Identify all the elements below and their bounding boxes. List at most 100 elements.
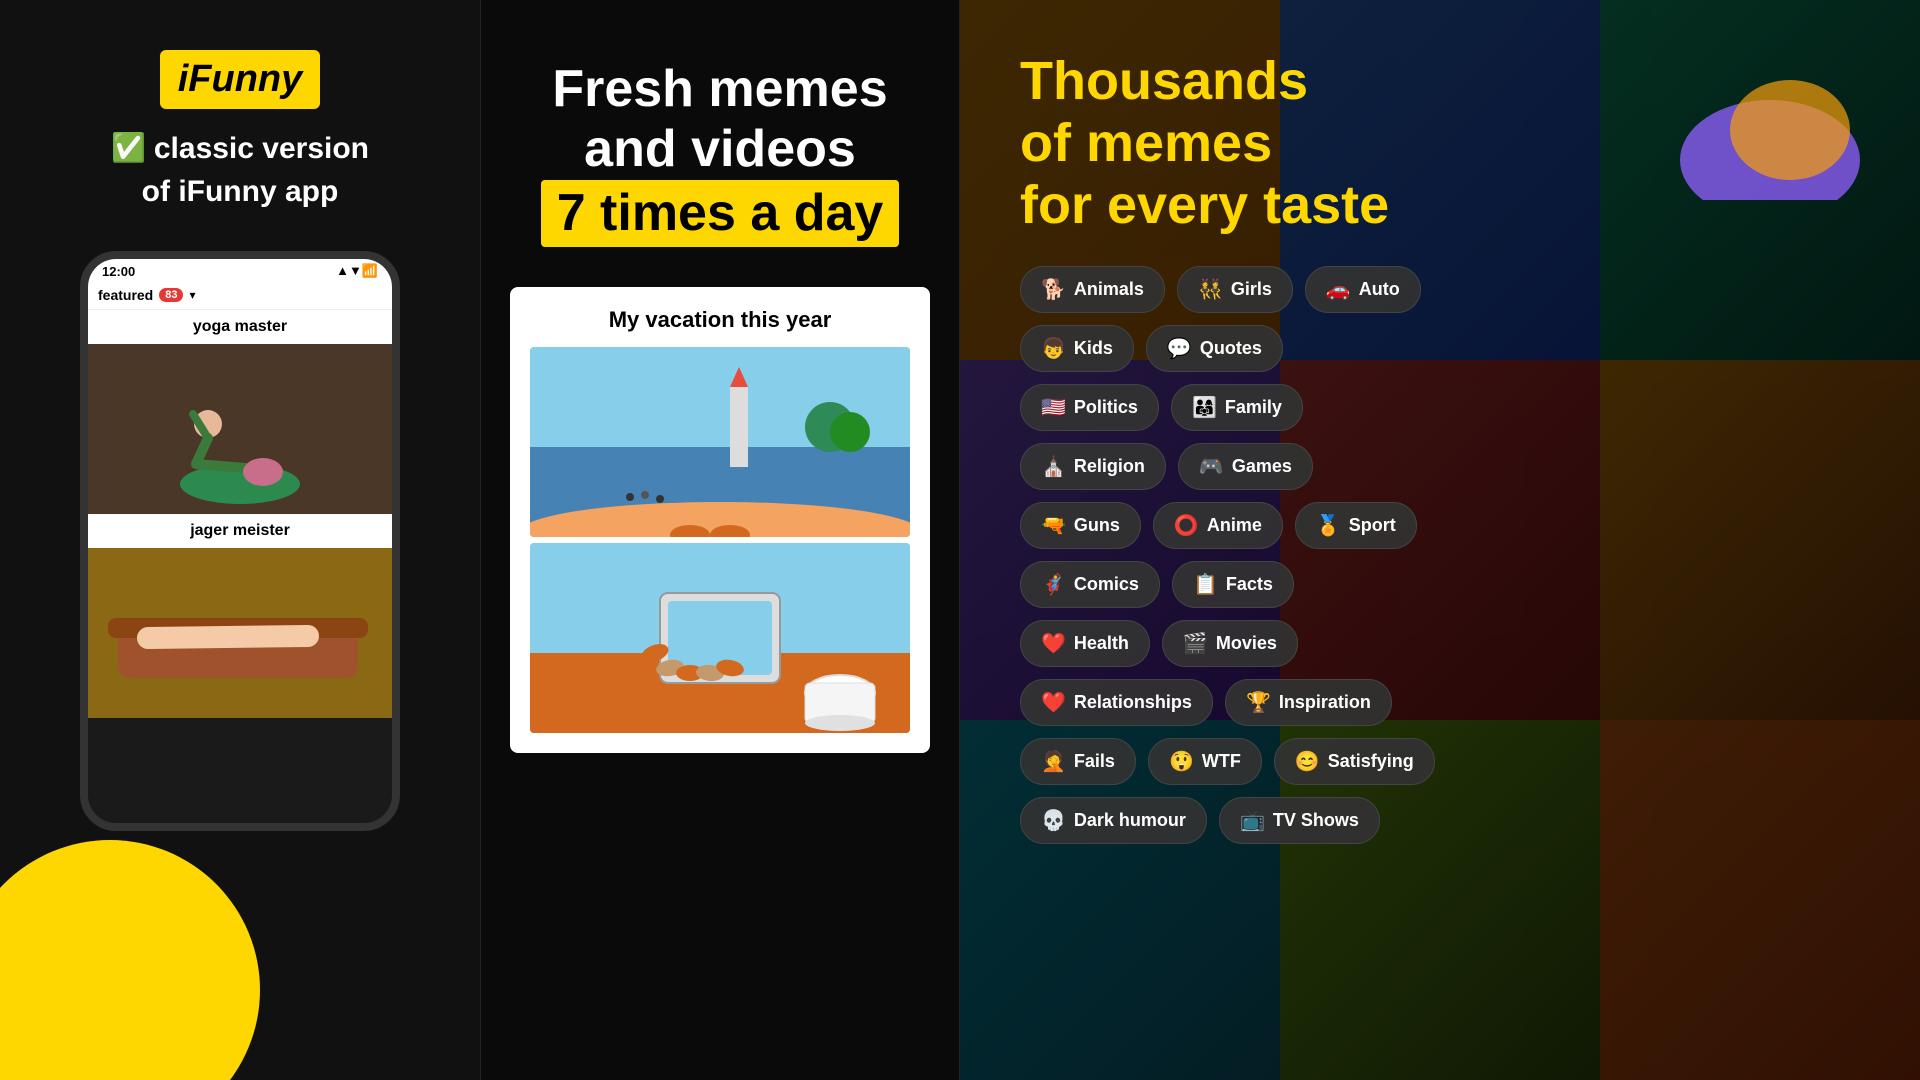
cat-religion[interactable]: ⛪ Religion — [1020, 443, 1166, 490]
kids-label: Kids — [1074, 338, 1113, 359]
animals-label: Animals — [1074, 279, 1144, 300]
cat-fails[interactable]: 🤦 Fails — [1020, 738, 1136, 785]
tv-shows-label: TV Shows — [1273, 810, 1359, 831]
cat-dark-humour[interactable]: 💀 Dark humour — [1020, 797, 1207, 844]
health-label: Health — [1074, 633, 1129, 654]
auto-label: Auto — [1359, 279, 1400, 300]
family-label: Family — [1225, 397, 1282, 418]
fails-icon: 🤦 — [1041, 749, 1066, 774]
meme-card-title: My vacation this year — [530, 307, 910, 333]
cat-row-2: 👦 Kids 💬 Quotes — [1020, 325, 1860, 372]
dropdown-icon[interactable]: ▾ — [189, 288, 195, 302]
cat-tv-shows[interactable]: 📺 TV Shows — [1219, 797, 1380, 844]
cat-comics[interactable]: 🦸 Comics — [1020, 561, 1160, 608]
cat-row-1: 🐕 Animals 👯 Girls 🚗 Auto — [1020, 266, 1860, 313]
categories-grid: 🐕 Animals 👯 Girls 🚗 Auto 👦 Kids — [1020, 266, 1860, 844]
satisfying-icon: 😊 — [1295, 749, 1320, 774]
meme-card-bottom-image — [530, 543, 910, 733]
cat-politics[interactable]: 🇺🇸 Politics — [1020, 384, 1159, 431]
meme1-image — [88, 344, 392, 514]
featured-badge: 83 — [159, 288, 183, 302]
movies-icon: 🎬 — [1183, 631, 1208, 656]
cat-row-5: 🔫 Guns ⭕ Anime 🏅 Sport — [1020, 502, 1860, 549]
meme2-title: jager meister — [88, 514, 392, 548]
panel-ifunny: iFunny ✅ classic version of iFunny app 1… — [0, 0, 480, 1080]
cat-sport[interactable]: 🏅 Sport — [1295, 502, 1417, 549]
animals-icon: 🐕 — [1041, 277, 1066, 302]
politics-icon: 🇺🇸 — [1041, 395, 1066, 420]
movies-label: Movies — [1216, 633, 1277, 654]
cat-games[interactable]: 🎮 Games — [1178, 443, 1313, 490]
phone-status-bar: 12:00 ▲▼📶 — [88, 259, 392, 283]
deco-yellow-circle — [0, 840, 260, 1080]
cat-family[interactable]: 👨‍👩‍👧 Family — [1171, 384, 1303, 431]
cat-satisfying[interactable]: 😊 Satisfying — [1274, 738, 1435, 785]
headline-fresh: Fresh memes — [552, 60, 887, 118]
anime-icon: ⭕ — [1174, 513, 1199, 538]
dark-humour-icon: 💀 — [1041, 808, 1066, 833]
phone-featured-bar: featured 83 ▾ — [88, 283, 392, 310]
panel-categories: Thousands of memes for every taste 🐕 Ani… — [960, 0, 1920, 1080]
phone-mockup: 12:00 ▲▼📶 featured 83 ▾ yoga master — [80, 251, 400, 831]
cat-health[interactable]: ❤️ Health — [1020, 620, 1150, 667]
cat-wtf[interactable]: 😲 WTF — [1148, 738, 1262, 785]
meme2-image — [88, 548, 392, 718]
kids-icon: 👦 — [1041, 336, 1066, 361]
featured-label[interactable]: featured — [98, 287, 153, 303]
girls-icon: 👯 — [1198, 277, 1223, 302]
guns-icon: 🔫 — [1041, 513, 1066, 538]
cat-facts[interactable]: 📋 Facts — [1172, 561, 1294, 608]
auto-icon: 🚗 — [1326, 277, 1351, 302]
meme1-title: yoga master — [88, 310, 392, 344]
cat-movies[interactable]: 🎬 Movies — [1162, 620, 1298, 667]
phone-time: 12:00 — [102, 264, 135, 279]
cat-inspiration[interactable]: 🏆 Inspiration — [1225, 679, 1392, 726]
cat-auto[interactable]: 🚗 Auto — [1305, 266, 1421, 313]
phone-content: yoga master jager meister — [88, 310, 392, 718]
cat-guns[interactable]: 🔫 Guns — [1020, 502, 1141, 549]
fails-label: Fails — [1074, 751, 1115, 772]
comics-label: Comics — [1074, 574, 1139, 595]
meme-card-top-image — [530, 347, 910, 537]
cat-animals[interactable]: 🐕 Animals — [1020, 266, 1165, 313]
politics-label: Politics — [1074, 397, 1138, 418]
desc-line1: classic version — [154, 129, 369, 168]
family-icon: 👨‍👩‍👧 — [1192, 395, 1217, 420]
headline-for-every-taste: for every taste — [1020, 175, 1389, 235]
comics-icon: 🦸 — [1041, 572, 1066, 597]
cat-anime[interactable]: ⭕ Anime — [1153, 502, 1283, 549]
inspiration-label: Inspiration — [1279, 692, 1371, 713]
phone-signal-icons: ▲▼📶 — [336, 263, 378, 279]
panel3-headline: Thousands of memes for every taste — [1020, 50, 1860, 236]
cat-row-6: 🦸 Comics 📋 Facts — [1020, 561, 1860, 608]
quotes-label: Quotes — [1200, 338, 1262, 359]
cat-relationships[interactable]: ❤️ Relationships — [1020, 679, 1213, 726]
wtf-label: WTF — [1202, 751, 1241, 772]
satisfying-label: Satisfying — [1328, 751, 1414, 772]
anime-label: Anime — [1207, 515, 1262, 536]
panel3-content: Thousands of memes for every taste 🐕 Ani… — [1020, 50, 1860, 844]
panel2-headline: Fresh memes and videos 7 times a day — [541, 60, 900, 247]
ifunny-logo-text: iFunny — [178, 58, 303, 100]
meme-card: My vacation this year — [510, 287, 930, 753]
inspiration-icon: 🏆 — [1246, 690, 1271, 715]
sport-label: Sport — [1349, 515, 1396, 536]
cat-row-4: ⛪ Religion 🎮 Games — [1020, 443, 1860, 490]
facts-label: Facts — [1226, 574, 1273, 595]
cat-row-8: ❤️ Relationships 🏆 Inspiration — [1020, 679, 1860, 726]
verified-badge-icon: ✅ — [111, 130, 146, 166]
tv-shows-icon: 📺 — [1240, 808, 1265, 833]
panel-fresh-memes: Fresh memes and videos 7 times a day My … — [480, 0, 960, 1080]
headline-and-videos: and videos — [584, 120, 856, 178]
sport-icon: 🏅 — [1316, 513, 1341, 538]
cat-row-9: 🤦 Fails 😲 WTF 😊 Satisfying — [1020, 738, 1860, 785]
cat-quotes[interactable]: 💬 Quotes — [1146, 325, 1283, 372]
cat-kids[interactable]: 👦 Kids — [1020, 325, 1134, 372]
games-label: Games — [1232, 456, 1292, 477]
relationships-icon: ❤️ — [1041, 690, 1066, 715]
classic-description: ✅ classic version of iFunny app — [111, 129, 369, 211]
cat-girls[interactable]: 👯 Girls — [1177, 266, 1293, 313]
cat-row-10: 💀 Dark humour 📺 TV Shows — [1020, 797, 1860, 844]
wtf-icon: 😲 — [1169, 749, 1194, 774]
quotes-icon: 💬 — [1167, 336, 1192, 361]
